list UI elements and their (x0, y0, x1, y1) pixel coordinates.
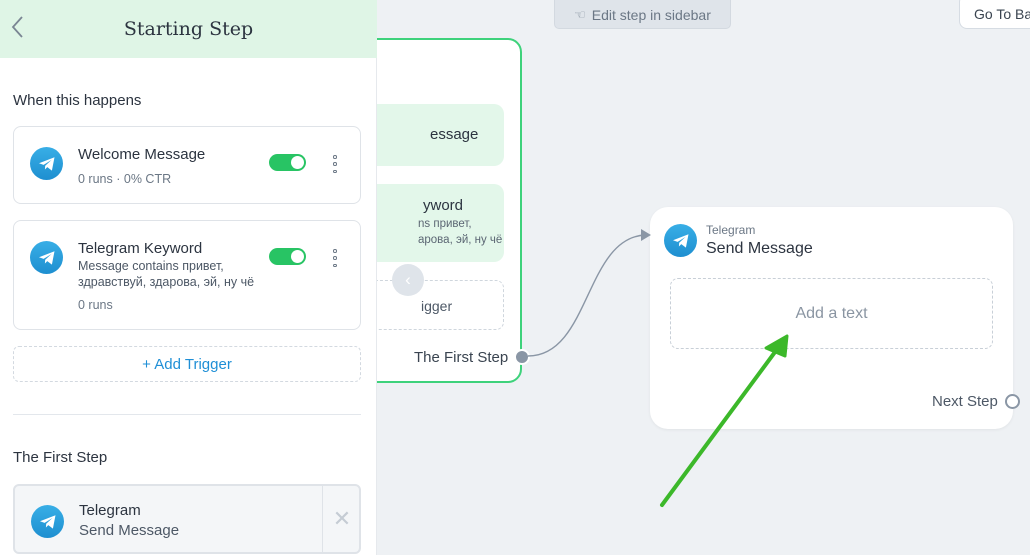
node-title: Send Message (706, 240, 813, 257)
first-step-card[interactable]: Telegram Send Message ✕ (13, 484, 361, 554)
trigger-runs: 0 runs (78, 298, 113, 312)
trigger-enabled-toggle[interactable] (269, 154, 306, 171)
close-icon[interactable]: ✕ (322, 486, 361, 552)
first-step-port-label: The First Step (414, 349, 509, 366)
telegram-icon (30, 147, 63, 180)
output-port[interactable] (514, 349, 530, 365)
telegram-icon (30, 241, 63, 274)
more-options-icon[interactable] (328, 247, 342, 269)
connector-line (527, 234, 646, 357)
trigger-card-welcome[interactable]: Welcome Message 0 runs · 0% CTR (13, 126, 361, 204)
hand-pointer-icon: ☜ (574, 6, 586, 22)
add-trigger-button[interactable]: + Add Trigger (13, 346, 361, 382)
stats-separator: · (116, 172, 121, 186)
trigger-card-keyword[interactable]: Telegram Keyword Message contains привет… (13, 220, 361, 330)
toggle-knob (291, 156, 304, 169)
node-trigger-label: essage (430, 126, 479, 143)
node-trigger-label: yword (423, 197, 464, 214)
trigger-name: Welcome Message (78, 146, 206, 163)
first-step-heading: The First Step (13, 449, 108, 466)
node-trigger-desc: ns привет, арова, эй, ну чё (418, 218, 503, 246)
telegram-icon (664, 224, 697, 257)
step-card-subtitle: Send Message (79, 522, 180, 539)
divider (13, 414, 361, 415)
step-card-title: Telegram (79, 502, 141, 519)
telegram-icon (31, 505, 64, 538)
go-to-back-button[interactable]: Go To Ba (959, 0, 1030, 29)
step-sidebar: Starting Step When this happens Welcome … (0, 0, 377, 555)
edit-hint-label: Edit step in sidebar (591, 6, 711, 23)
sidebar-header: Starting Step (0, 0, 377, 58)
trigger-enabled-toggle[interactable] (269, 248, 306, 265)
when-this-happens-heading: When this happens (13, 92, 142, 109)
next-step-label: Next Step (932, 393, 998, 410)
sidebar-title: Starting Step (123, 18, 254, 40)
trigger-ctr: 0% CTR (123, 172, 172, 186)
node-add-trigger-label: igger (421, 298, 453, 314)
next-step-port[interactable] (1005, 394, 1020, 409)
collapse-chevron-icon[interactable]: ‹ (392, 264, 424, 296)
trigger-description: Message contains привет, здравствуй, зда… (78, 259, 255, 289)
trigger-name: Telegram Keyword (78, 240, 203, 257)
edit-in-sidebar-hint: ☜ Edit step in sidebar (554, 0, 731, 29)
more-options-icon[interactable] (328, 153, 342, 175)
add-text-placeholder[interactable]: Add a text (670, 278, 993, 349)
toggle-knob (291, 250, 304, 263)
trigger-stats: 0 runs · 0% CTR (78, 172, 171, 186)
trigger-runs: 0 runs (78, 172, 113, 186)
send-message-node[interactable]: Telegram Send Message Add a text Next St… (650, 207, 1020, 429)
node-channel-label: Telegram (706, 223, 756, 237)
